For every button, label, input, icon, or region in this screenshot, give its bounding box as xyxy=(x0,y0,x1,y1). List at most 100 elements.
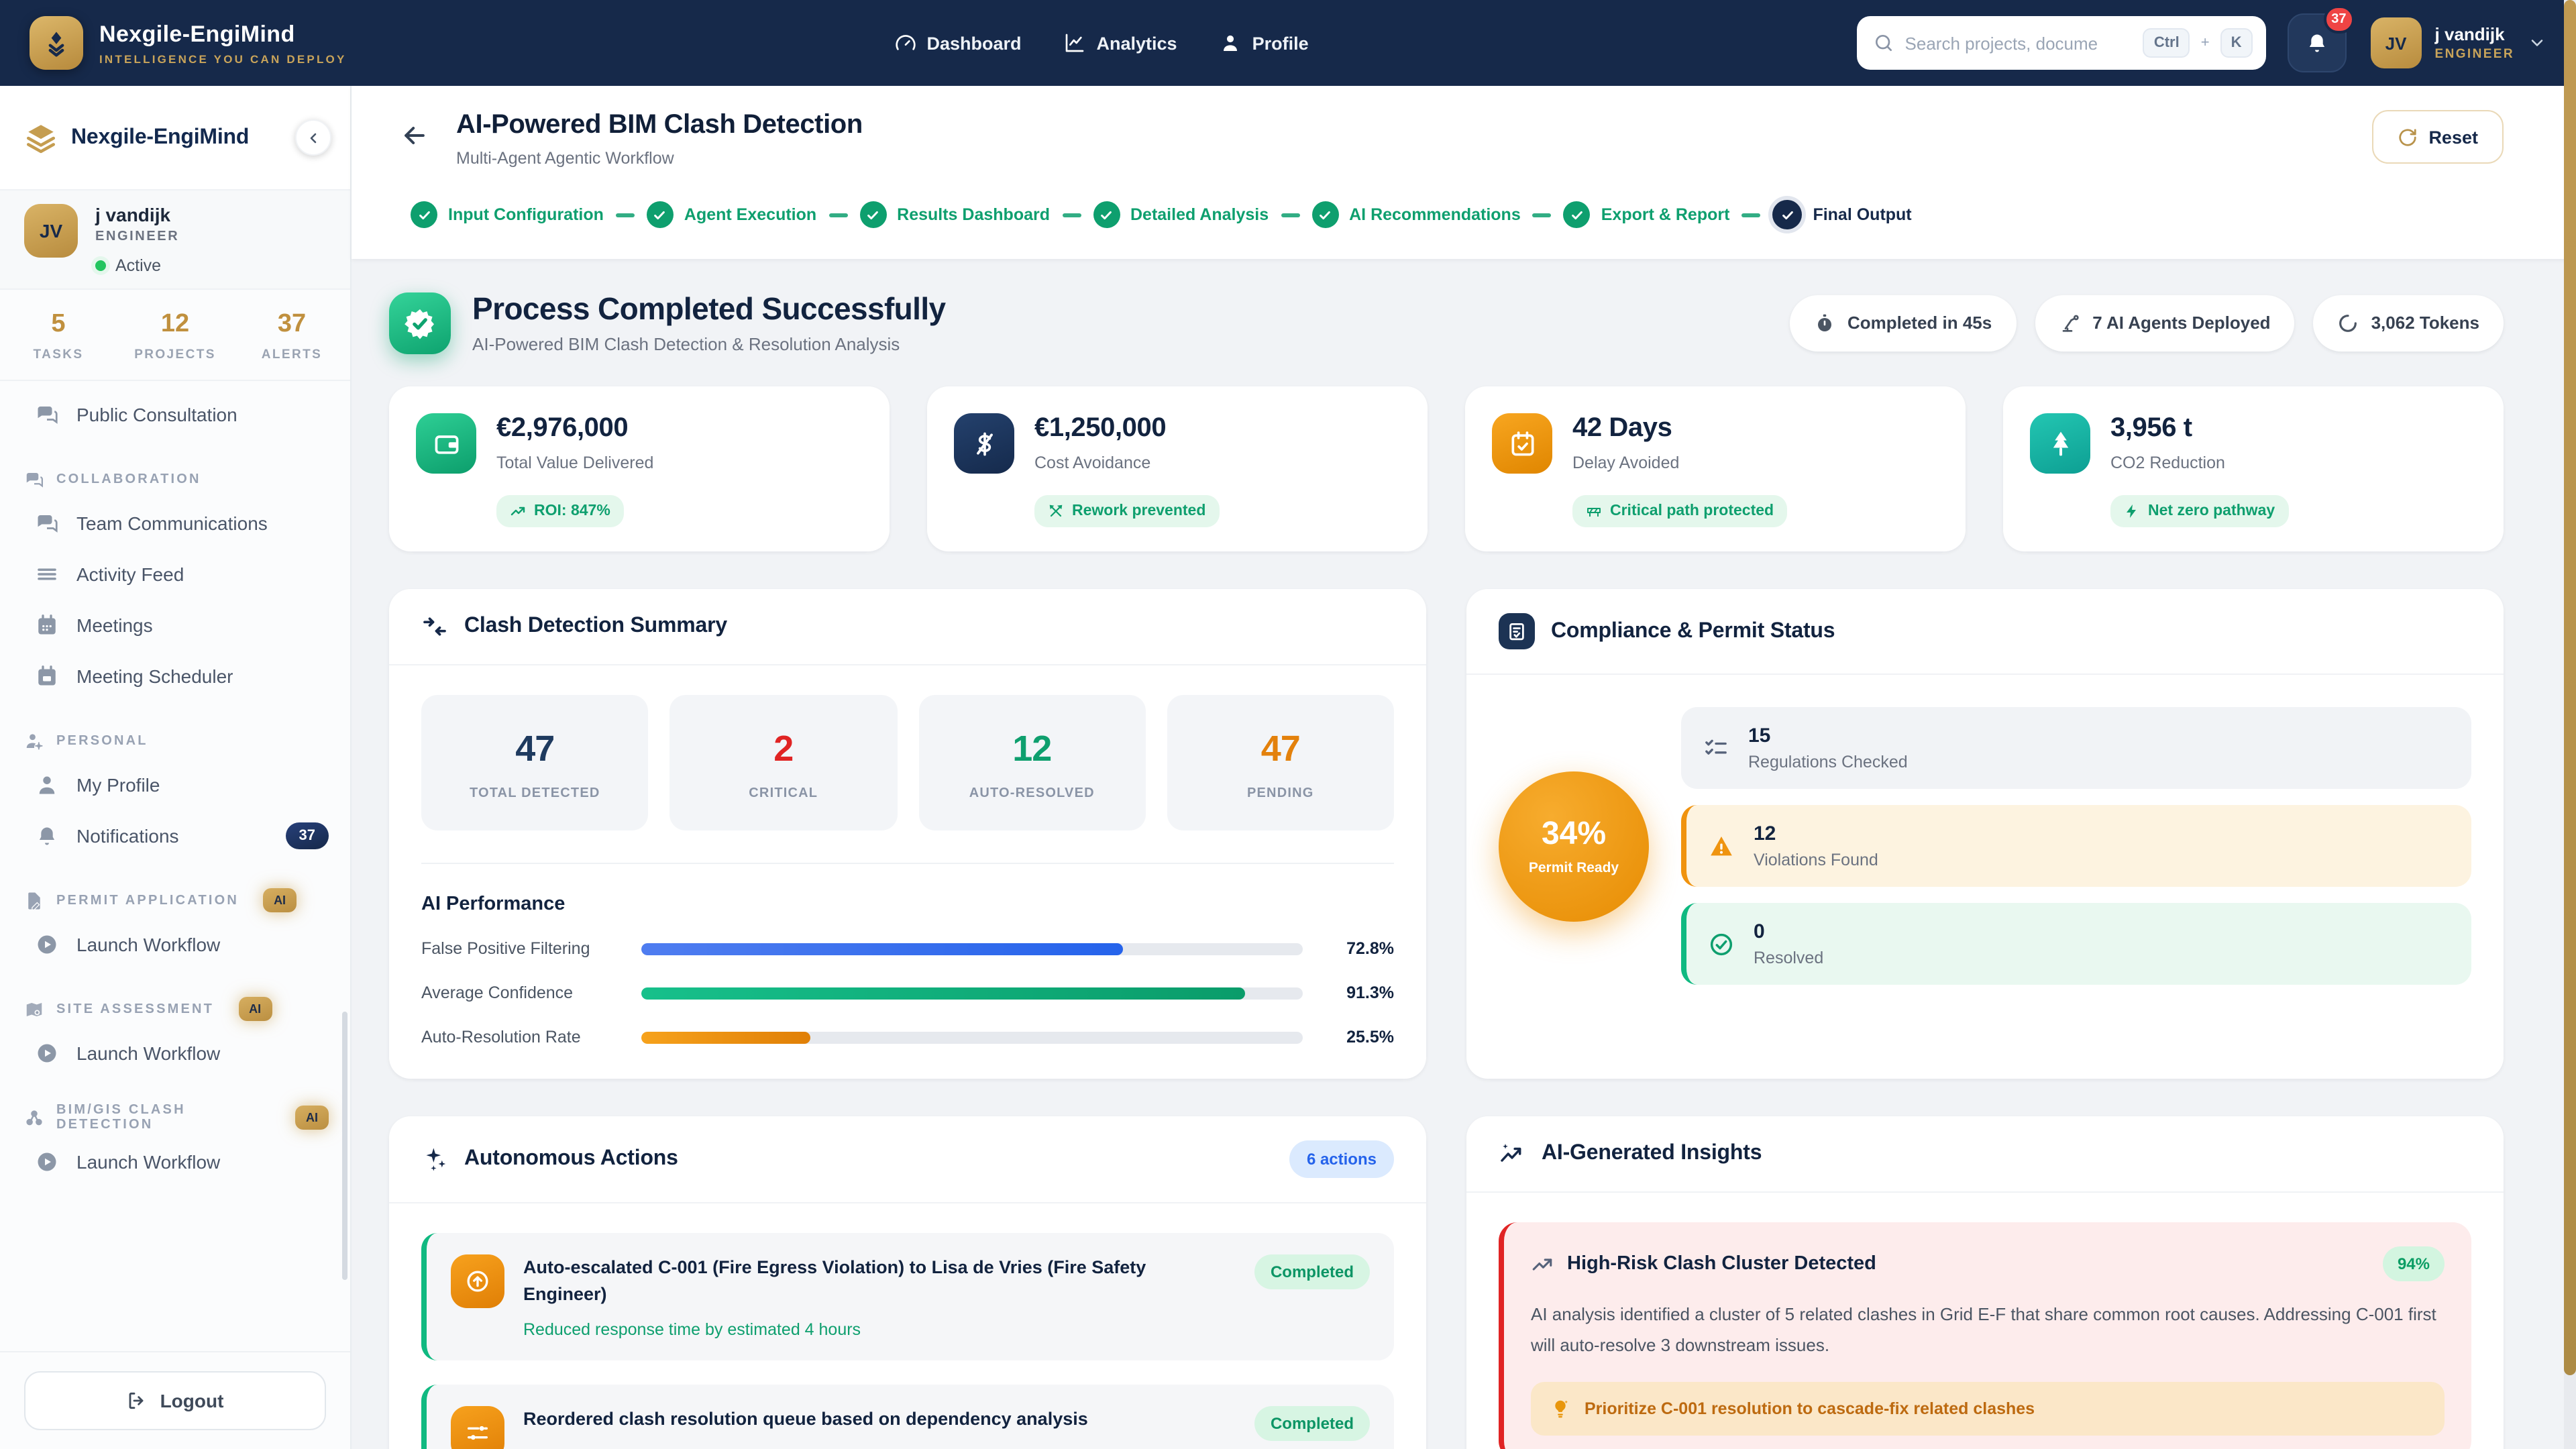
user-role: ENGINEER xyxy=(2435,47,2514,62)
sidebar-item-launch-workflow-permit[interactable]: Launch Workflow xyxy=(0,919,350,970)
stat-value: 47 xyxy=(1173,729,1389,770)
search-icon xyxy=(1873,32,1894,54)
metric-cost-avoidance: €1,250,000 Cost Avoidance Rework prevent… xyxy=(927,386,1428,551)
success-banner: Process Completed Successfully AI-Powere… xyxy=(389,291,2504,354)
sidebar-user-name: j vandijk xyxy=(95,204,179,225)
step-export-report[interactable]: Export & Report xyxy=(1564,201,1730,228)
robot-arm-icon xyxy=(2059,312,2080,333)
step-connector xyxy=(1533,213,1552,217)
global-search: Ctrl + K xyxy=(1857,16,2266,70)
step-connector xyxy=(1281,213,1299,217)
divider xyxy=(421,863,1394,864)
reset-label: Reset xyxy=(2428,127,2478,147)
zap-icon xyxy=(2124,503,2140,519)
bell-icon xyxy=(2305,31,2329,55)
action-item-reorder: Reordered clash resolution queue based o… xyxy=(421,1385,1394,1449)
metric-value: 42 Days xyxy=(1572,413,1679,444)
user-menu[interactable]: JV j vandijk ENGINEER xyxy=(2371,17,2546,68)
sidebar-item-meeting-scheduler[interactable]: Meeting Scheduler xyxy=(0,651,350,702)
step-final-output[interactable]: Final Output xyxy=(1772,200,1911,229)
banner-chips: Completed in 45s 7 AI Agents Deployed 3,… xyxy=(1790,294,2504,351)
loader-icon xyxy=(2338,312,2359,333)
sidebar-item-notifications[interactable]: Notifications 37 xyxy=(0,810,350,861)
panel-title: Autonomous Actions xyxy=(464,1147,678,1171)
warning-triangle-icon xyxy=(1708,833,1735,859)
step-ai-recommendations[interactable]: AI Recommendations xyxy=(1311,201,1521,228)
sidebar-menu: Public Consultation COLLABORATION Team C… xyxy=(0,381,350,1351)
panel-title: Compliance & Permit Status xyxy=(1551,619,1835,643)
banner-subtitle: AI-Powered BIM Clash Detection & Resolut… xyxy=(472,334,946,354)
logout-button[interactable]: Logout xyxy=(24,1371,326,1430)
reset-button[interactable]: Reset xyxy=(2372,110,2504,164)
sidebar-item-launch-workflow-bim[interactable]: Launch Workflow xyxy=(0,1136,350,1187)
calendar-plus-icon xyxy=(35,664,59,688)
step-connector xyxy=(1741,213,1760,217)
insight-title: High-Risk Clash Cluster Detected xyxy=(1567,1253,1876,1275)
avatar: JV xyxy=(24,204,78,258)
page-scrollbar-thumb[interactable] xyxy=(2564,0,2576,1375)
play-circle-icon xyxy=(35,1150,59,1174)
sidebar-item-label: Meetings xyxy=(76,614,153,636)
progress-track xyxy=(641,943,1303,955)
step-results-dashboard[interactable]: Results Dashboard xyxy=(859,201,1050,228)
clipboard-check-icon xyxy=(1499,613,1535,649)
step-input-configuration[interactable]: Input Configuration xyxy=(411,201,604,228)
nav-profile[interactable]: Profile xyxy=(1220,32,1309,54)
results-content: Process Completed Successfully AI-Powere… xyxy=(352,259,2576,1449)
section-title: SITE ASSESSMENT xyxy=(56,1002,214,1016)
metric-delay-avoided: 42 Days Delay Avoided Critical path prot… xyxy=(1465,386,1966,551)
workflow-steps: Input Configuration Agent Execution Resu… xyxy=(392,200,2504,229)
search-input[interactable] xyxy=(1905,33,2133,53)
checklist-icon xyxy=(1703,735,1729,761)
action-item-escalation: Auto-escalated C-001 (Fire Egress Violat… xyxy=(421,1233,1394,1360)
app-window: Nexgile-EngiMind INTELLIGENCE YOU CAN DE… xyxy=(0,0,2576,1449)
wallet-icon xyxy=(416,413,476,474)
chip-label: Completed in 45s xyxy=(1847,313,1992,333)
calendar-check-icon xyxy=(1492,413,1552,474)
sidebar-item-label: Meeting Scheduler xyxy=(76,665,233,687)
bell-icon xyxy=(35,824,59,848)
nav-dashboard[interactable]: Dashboard xyxy=(894,32,1021,54)
trending-up-icon xyxy=(1531,1252,1554,1275)
sidebar-item-launch-workflow-site[interactable]: Launch Workflow xyxy=(0,1028,350,1079)
sidebar-item-meetings[interactable]: Meetings xyxy=(0,600,350,651)
metric-cards: €2,976,000 Total Value Delivered ROI: 84… xyxy=(389,386,2504,551)
sidebar-user-role: ENGINEER xyxy=(95,229,179,244)
sidebar-item-public-consultation[interactable]: Public Consultation xyxy=(0,389,350,440)
sidebar-item-label: Activity Feed xyxy=(76,564,184,585)
notifications-button[interactable]: 37 xyxy=(2288,13,2347,72)
gauge-label: Permit Ready xyxy=(1529,860,1619,876)
stopwatch-icon xyxy=(1814,312,1835,333)
metric-pill-label: ROI: 847% xyxy=(534,503,610,519)
section-bim-gis-clash-detection: BIM/GIS CLASH DETECTION AI xyxy=(0,1099,350,1136)
sliders-icon xyxy=(451,1406,504,1449)
calendar-icon xyxy=(35,613,59,637)
nav-analytics[interactable]: Analytics xyxy=(1065,32,1177,54)
sidebar-collapse-button[interactable] xyxy=(295,119,331,156)
banner-title: Process Completed Successfully xyxy=(472,291,946,327)
sidebar-item-my-profile[interactable]: My Profile xyxy=(0,759,350,810)
back-button[interactable] xyxy=(392,113,437,158)
metric-pill-label: Rework prevented xyxy=(1072,503,1205,519)
user-name: j vandijk xyxy=(2435,24,2514,44)
section-title: PERSONAL xyxy=(56,733,148,748)
file-pen-icon xyxy=(24,890,44,910)
kbd-plus: + xyxy=(2201,35,2210,51)
ai-badge: AI xyxy=(263,888,297,912)
sidebar-item-activity-feed[interactable]: Activity Feed xyxy=(0,549,350,600)
workflow-header: AI-Powered BIM Clash Detection Multi-Age… xyxy=(352,86,2576,259)
chat-bubbles-icon xyxy=(35,511,59,535)
notification-count-badge: 37 xyxy=(2323,5,2354,34)
step-agent-execution[interactable]: Agent Execution xyxy=(647,201,816,228)
stat-pending: 47 PENDING xyxy=(1167,695,1395,830)
ai-badge: AI xyxy=(295,1106,329,1130)
check-circle-icon xyxy=(1708,930,1735,957)
kbd-ctrl: Ctrl xyxy=(2143,28,2190,58)
sidebar-scrollbar[interactable] xyxy=(342,1012,347,1280)
notifications-badge: 37 xyxy=(286,822,329,849)
section-collaboration: COLLABORATION xyxy=(0,460,350,498)
play-circle-icon xyxy=(35,932,59,957)
compliance-row-violations: 12 Violations Found xyxy=(1681,805,2471,887)
step-detailed-analysis[interactable]: Detailed Analysis xyxy=(1093,201,1269,228)
sidebar-item-team-communications[interactable]: Team Communications xyxy=(0,498,350,549)
